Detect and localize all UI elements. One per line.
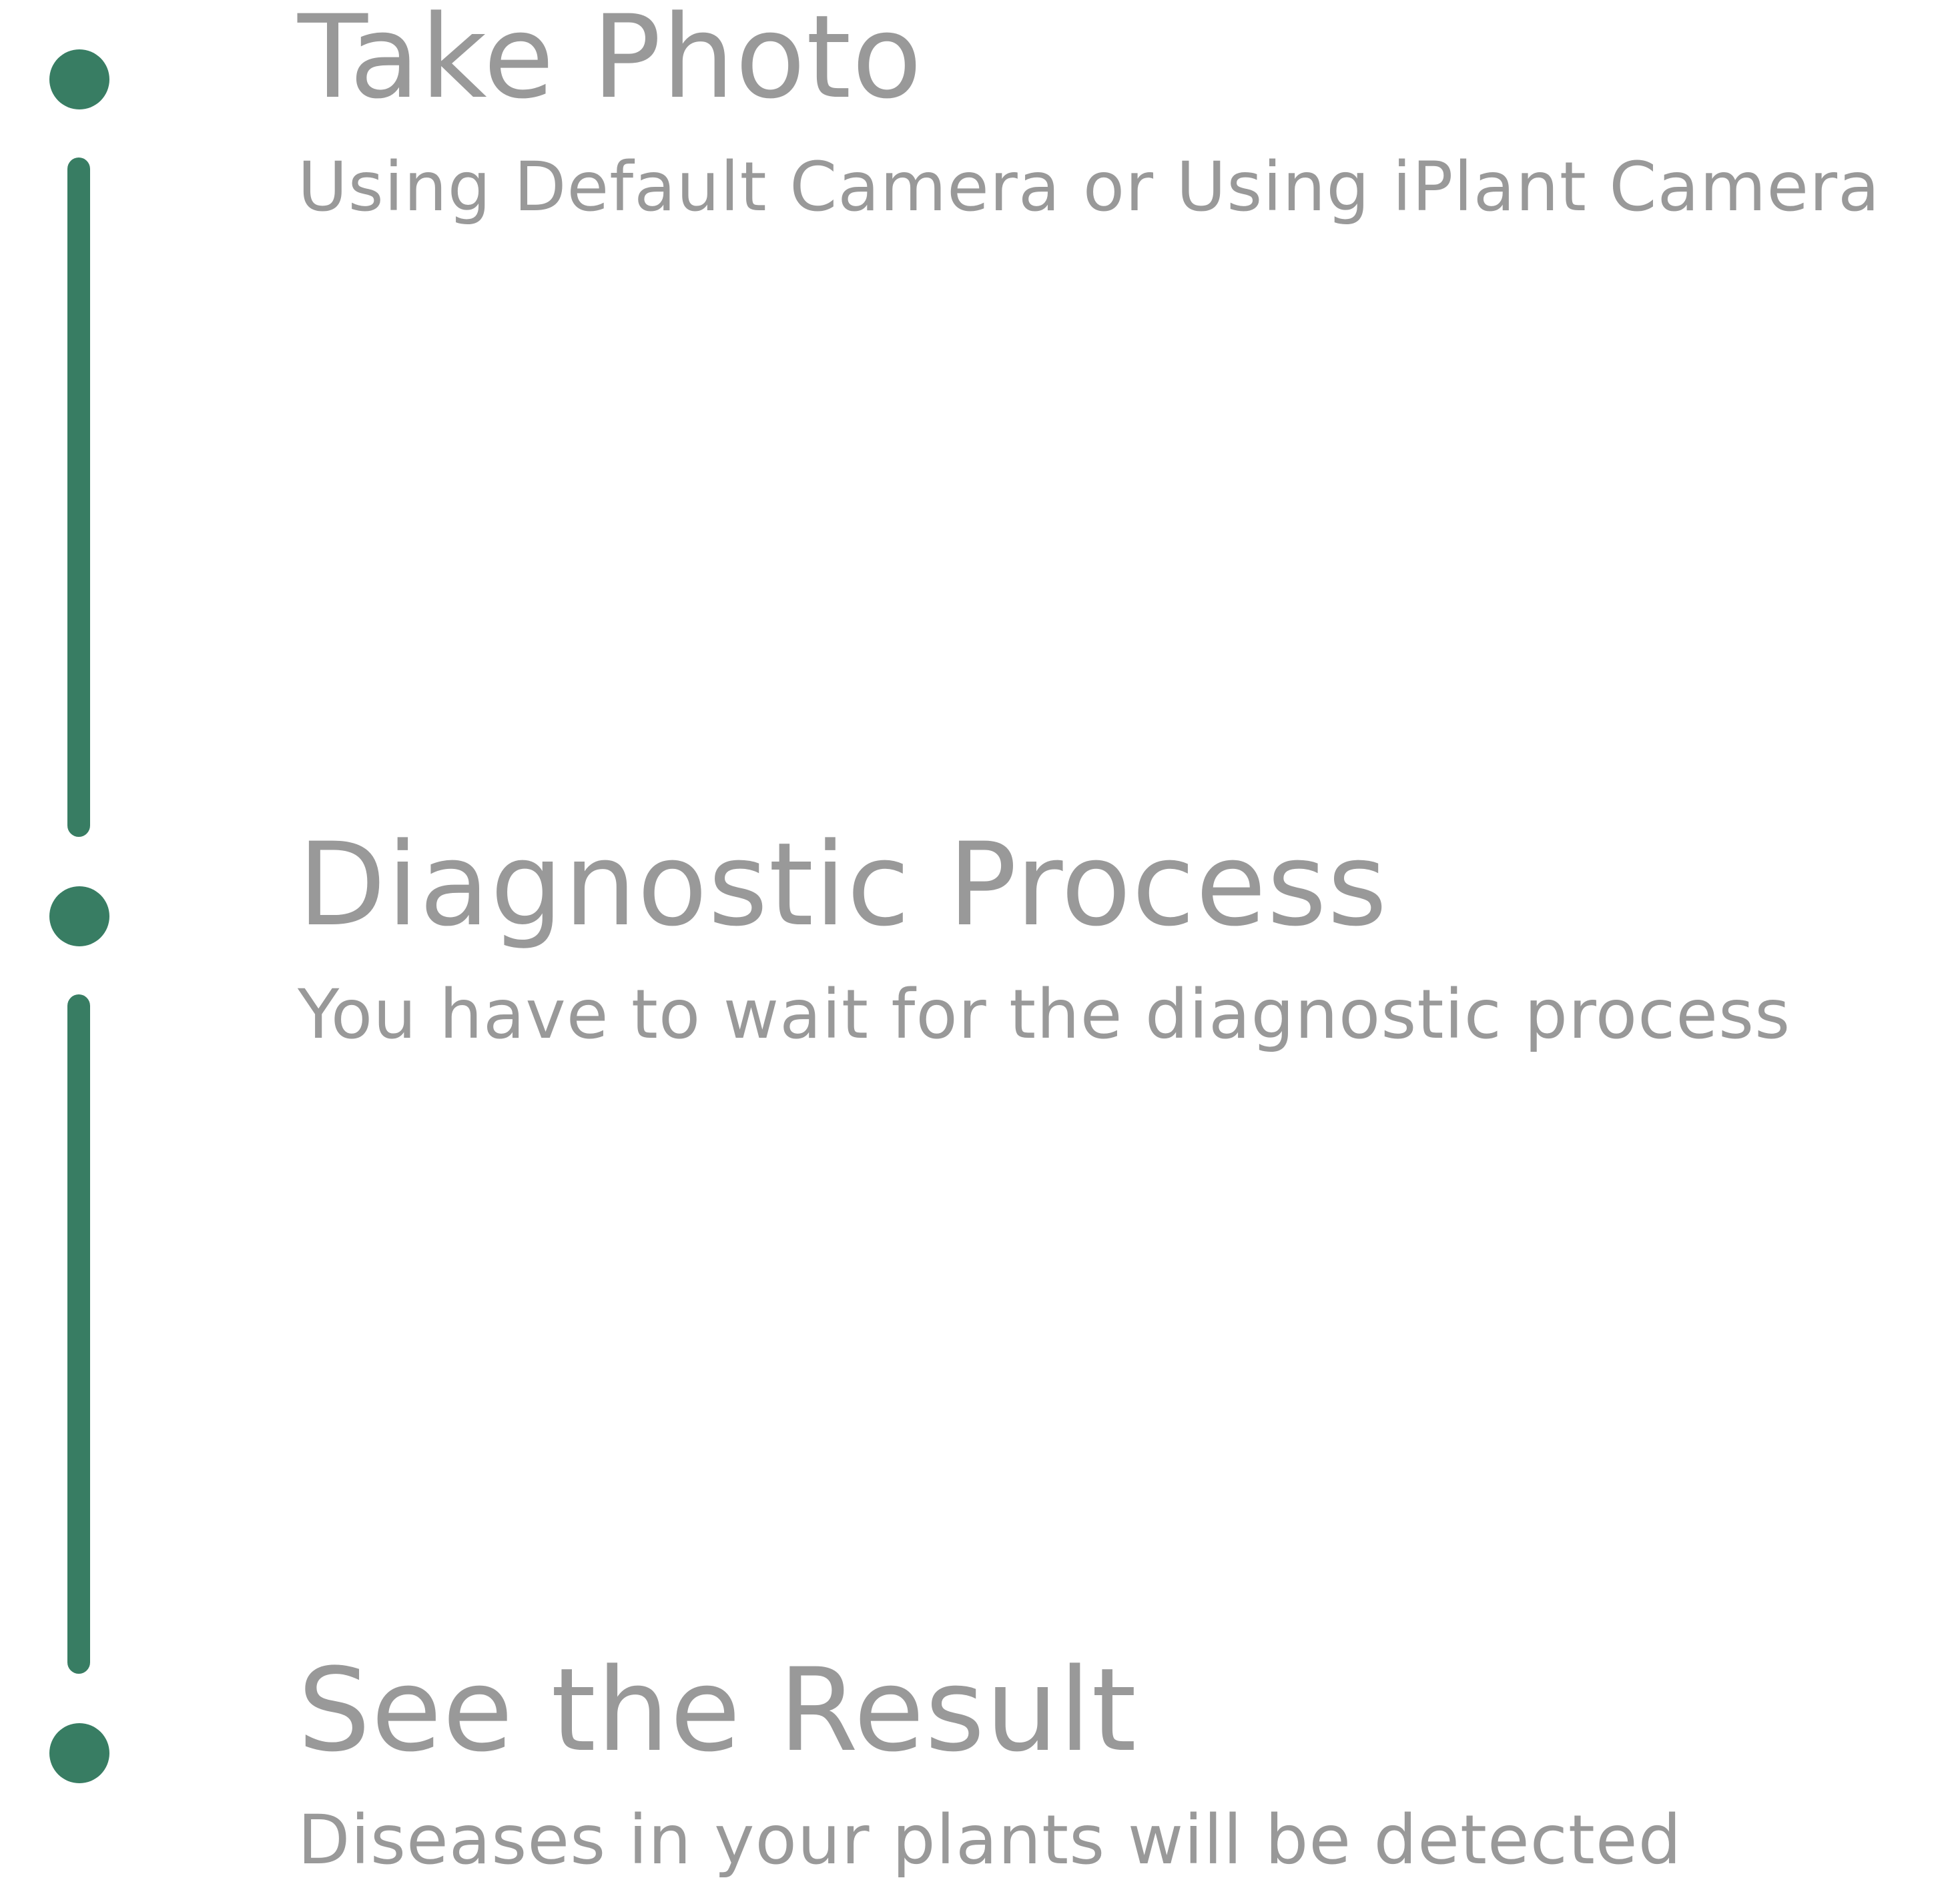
step-2-marker-icon [49,886,109,946]
step-description: Diseases in your plants will be detected [298,1801,1682,1880]
step-description: Using Default Camera or Using iPlant Cam… [298,147,1881,227]
step-title: See the Result [298,1643,1137,1777]
step-connector-1 [67,158,90,837]
step-title: Diagnostic Process [298,818,1388,952]
steps-timeline: Take Photo Using Default Camera or Using… [0,0,1960,1888]
step-diagnostic-process: Diagnostic Process You have to wait for … [298,828,1946,1049]
step-see-result: See the Result Diseases in your plants w… [298,1653,1946,1875]
step-3-marker-icon [49,1723,109,1783]
step-take-photo: Take Photo Using Default Camera or Using… [298,0,1946,222]
step-description: You have to wait for the diagnostic proc… [298,975,1791,1054]
step-1-marker-icon [49,49,109,109]
step-connector-2 [67,994,90,1674]
step-title: Take Photo [298,0,923,124]
